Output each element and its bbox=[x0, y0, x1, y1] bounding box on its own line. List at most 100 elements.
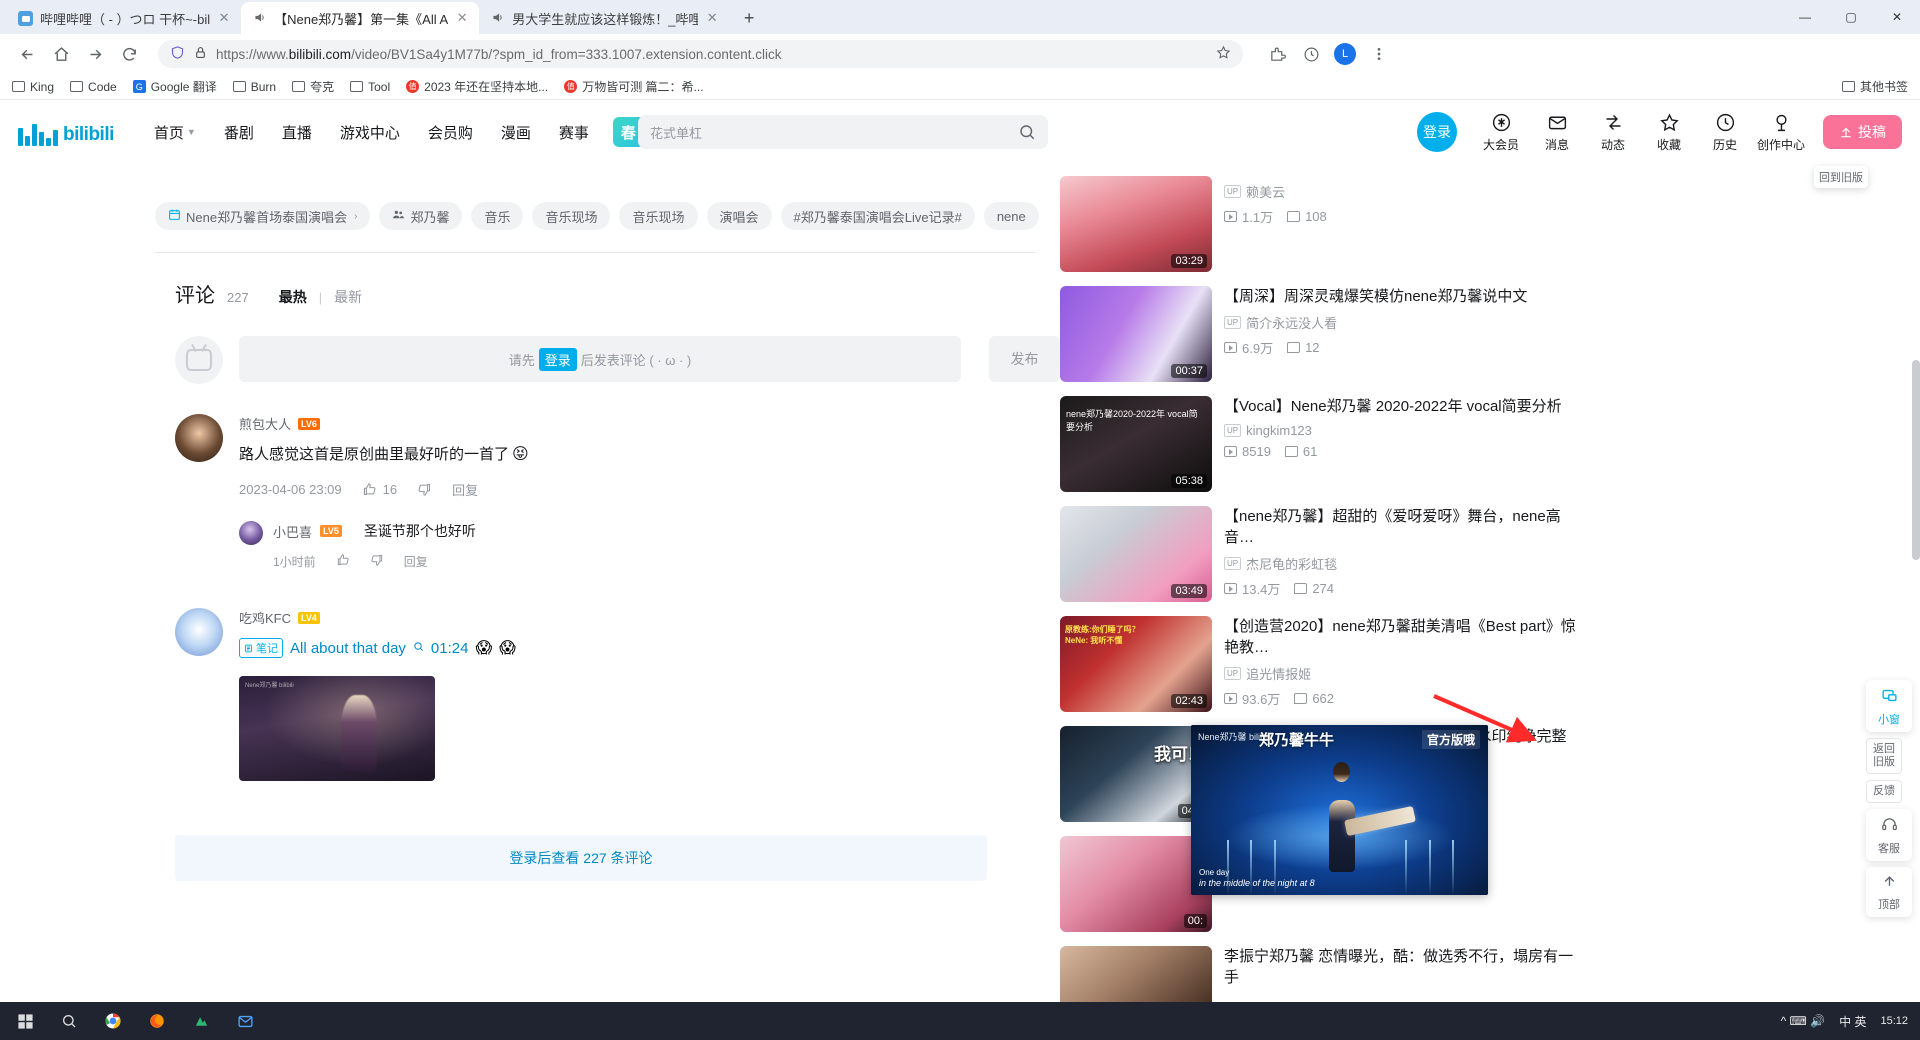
login-button[interactable]: 登录 bbox=[1417, 112, 1457, 152]
tag-music[interactable]: 音乐 bbox=[471, 202, 524, 230]
recommendation-item[interactable]: 00:37 【周深】周深灵魂爆笑模仿nene郑乃馨说中文 UP 简介永远没人看 … bbox=[1060, 286, 1580, 396]
search-box[interactable]: 花式单杠 bbox=[638, 115, 1048, 149]
tray-icons[interactable]: ^ ⌨ 🔊 bbox=[1781, 1014, 1826, 1028]
app-icon[interactable] bbox=[190, 1010, 212, 1032]
video-title[interactable]: 【创造营2020】nene郑乃馨甜美清唱《Best part》惊艳教… bbox=[1224, 616, 1580, 658]
address-bar[interactable]: https://www.bilibili.com/video/BV1Sa4y1M… bbox=[158, 40, 1243, 68]
taskbar-clock[interactable]: 15:12 bbox=[1880, 1015, 1908, 1028]
bookmark-google-translate[interactable]: G Google 翻译 bbox=[132, 78, 217, 95]
video-uploader[interactable]: UP 追光情报姬 bbox=[1224, 664, 1580, 683]
comment-image-thumbnail[interactable]: Nene郑乃馨 bilibili bbox=[239, 676, 435, 781]
ime-indicator[interactable]: 中 英 bbox=[1839, 1013, 1866, 1030]
nav-item-live[interactable]: 直播 bbox=[268, 122, 326, 143]
sort-hot-button[interactable]: 最热 bbox=[279, 287, 307, 307]
comment-username[interactable]: 煎包大人 bbox=[239, 414, 291, 433]
forward-icon[interactable] bbox=[80, 39, 110, 69]
video-title[interactable]: 【nene郑乃馨】超甜的《爱呀爱呀》舞台，nene高音… bbox=[1224, 506, 1580, 548]
new-tab-button[interactable]: + bbox=[735, 4, 763, 32]
bookmark-quark[interactable]: 夸克 bbox=[292, 78, 334, 95]
bookmark-article-1[interactable]: 值 2023 年还在坚持本地... bbox=[406, 78, 548, 95]
video-uploader[interactable]: UP kingkim123 bbox=[1224, 423, 1580, 438]
search-input[interactable]: 花式单杠 bbox=[650, 123, 1018, 142]
bookmark-star-icon[interactable] bbox=[1216, 45, 1231, 63]
reply-button[interactable]: 回复 bbox=[452, 480, 478, 499]
video-uploader[interactable]: UP 赖美云 bbox=[1224, 182, 1580, 201]
customer-service-button[interactable]: 客服 bbox=[1866, 809, 1912, 861]
recommendation-item[interactable]: nene郑乃馨2020-2022年 vocal简要分析 05:38 【Vocal… bbox=[1060, 396, 1580, 506]
header-dynamic[interactable]: 动态 bbox=[1585, 111, 1641, 153]
tag-artist[interactable]: 郑乃馨 bbox=[379, 202, 463, 230]
tag-hashtag[interactable]: #郑乃馨泰国演唱会Live记录# bbox=[780, 202, 975, 230]
profile-avatar[interactable]: L bbox=[1333, 42, 1357, 66]
maximize-button[interactable]: ▢ bbox=[1828, 0, 1874, 34]
browser-tab-3[interactable]: 男大学生就应该这样锻炼！_哔哩 ✕ bbox=[479, 2, 729, 34]
reply-reply-button[interactable]: 回复 bbox=[404, 553, 428, 570]
login-to-view-comments-banner[interactable]: 登录后查看 227 条评论 bbox=[175, 835, 987, 881]
other-bookmarks[interactable]: 其他书签 bbox=[1841, 78, 1908, 95]
avatar[interactable] bbox=[175, 414, 223, 462]
video-thumbnail[interactable]: 00:37 bbox=[1060, 286, 1212, 382]
video-title[interactable]: 李振宁郑乃馨 恋情曝光，酷：做选秀不行，塌房有一手 bbox=[1224, 946, 1580, 988]
tag-concert[interactable]: 演唱会 bbox=[706, 202, 772, 230]
nav-item-game-center[interactable]: 游戏中心 bbox=[326, 122, 414, 143]
close-icon[interactable]: ✕ bbox=[455, 11, 469, 25]
video-thumbnail[interactable]: 原教练:你们睡了吗？ NeNe: 我听不懂 02:43 bbox=[1060, 616, 1212, 712]
history-icon[interactable] bbox=[1299, 42, 1323, 66]
dislike-button[interactable] bbox=[417, 482, 432, 497]
nav-item-home[interactable]: 首页 ▼ bbox=[140, 122, 210, 143]
like-button[interactable]: 16 bbox=[362, 482, 397, 497]
bookmark-king[interactable]: King bbox=[12, 80, 54, 94]
nav-item-vip-shop[interactable]: 会员购 bbox=[414, 122, 487, 143]
windows-icon[interactable] bbox=[14, 1010, 36, 1032]
video-title[interactable]: 【Vocal】Nene郑乃馨 2020-2022年 vocal简要分析 bbox=[1224, 396, 1580, 417]
close-icon[interactable]: ✕ bbox=[705, 11, 719, 25]
reply-username[interactable]: 小巴喜 bbox=[273, 522, 312, 541]
tag-live-music-2[interactable]: 音乐现场 bbox=[619, 202, 698, 230]
search-icon[interactable] bbox=[1018, 123, 1036, 141]
nav-item-events[interactable]: 赛事 bbox=[545, 122, 603, 143]
comment-input[interactable]: 请先 登录 后发表评论 ( · ω · ) bbox=[239, 336, 961, 382]
close-icon[interactable]: ✕ bbox=[217, 11, 231, 25]
video-title[interactable]: 【周深】周深灵魂爆笑模仿nene郑乃馨说中文 bbox=[1224, 286, 1580, 307]
speaker-icon[interactable] bbox=[253, 11, 267, 25]
recommendation-item[interactable]: 03:49 【nene郑乃馨】超甜的《爱呀爱呀》舞台，nene高音… UP 杰尼… bbox=[1060, 506, 1580, 616]
video-thumbnail[interactable]: 03:29 bbox=[1060, 176, 1212, 272]
back-icon[interactable] bbox=[12, 39, 42, 69]
nav-item-manga[interactable]: 漫画 bbox=[487, 122, 545, 143]
note-link[interactable]: All about that day bbox=[290, 640, 406, 657]
chrome-icon[interactable] bbox=[102, 1010, 124, 1032]
reload-icon[interactable] bbox=[114, 39, 144, 69]
video-uploader[interactable]: UP 简介永远没人看 bbox=[1224, 313, 1580, 332]
nav-item-bangumi[interactable]: 番剧 bbox=[210, 122, 268, 143]
header-creator-center[interactable]: 创作中心 bbox=[1753, 111, 1809, 153]
header-history[interactable]: 历史 bbox=[1697, 111, 1753, 153]
video-thumbnail[interactable]: 03:49 bbox=[1060, 506, 1212, 602]
mail-icon[interactable] bbox=[234, 1010, 256, 1032]
header-vip[interactable]: 大会员 bbox=[1473, 111, 1529, 153]
video-thumbnail[interactable]: nene郑乃馨2020-2022年 vocal简要分析 05:38 bbox=[1060, 396, 1212, 492]
publish-button[interactable]: 发布 bbox=[988, 336, 1060, 382]
reply-like-button[interactable] bbox=[336, 553, 350, 570]
feedback-button[interactable]: 反馈 bbox=[1866, 780, 1902, 803]
header-messages[interactable]: 消息 bbox=[1529, 111, 1585, 153]
comment-username[interactable]: 吃鸡KFC bbox=[239, 608, 291, 627]
extensions-icon[interactable] bbox=[1265, 42, 1289, 66]
avatar[interactable] bbox=[175, 608, 223, 656]
back-to-top-button[interactable]: 顶部 bbox=[1866, 867, 1912, 917]
header-favorites[interactable]: 收藏 bbox=[1641, 111, 1697, 153]
video-thumbnail[interactable]: 00: bbox=[1060, 836, 1212, 932]
tag-concert-event[interactable]: Nene郑乃馨首场泰国演唱会 › bbox=[155, 202, 371, 230]
browser-tab-2[interactable]: 【Nene郑乃馨】第一集《All A ✕ bbox=[241, 2, 480, 34]
mini-window-button[interactable]: 小窗 bbox=[1866, 680, 1912, 732]
menu-icon[interactable] bbox=[1367, 42, 1391, 66]
page-scrollbar[interactable] bbox=[1912, 360, 1920, 560]
video-uploader[interactable]: UP 杰尼龟的彩虹毯 bbox=[1224, 554, 1580, 573]
video-thumbnail[interactable]: 我可以 04:0 bbox=[1060, 726, 1212, 822]
recommendation-item[interactable]: 03:29 UP 赖美云 1.1万 108 bbox=[1060, 176, 1580, 286]
tag-live-music-1[interactable]: 音乐现场 bbox=[532, 202, 611, 230]
bookmark-tool[interactable]: Tool bbox=[350, 80, 390, 94]
note-timestamp-link[interactable]: 01:24 bbox=[431, 640, 469, 657]
floating-mini-player[interactable]: Nene郑乃馨 bilibili 郑乃馨牛牛 官方版哦 One day in t… bbox=[1191, 725, 1488, 895]
avatar[interactable] bbox=[239, 521, 263, 545]
login-link[interactable]: 登录 bbox=[538, 347, 577, 371]
